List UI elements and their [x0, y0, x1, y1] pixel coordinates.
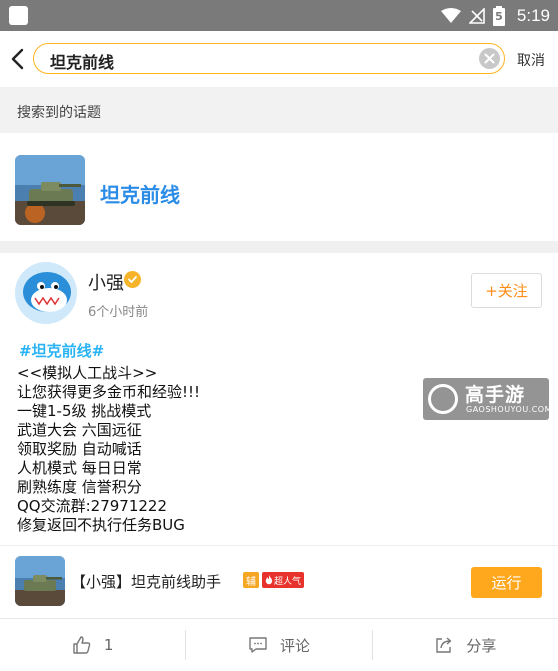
- app-thumbnail: [15, 556, 65, 606]
- watermark-logo-icon: [428, 384, 458, 414]
- signal-icon: [468, 7, 485, 24]
- comment-icon: [249, 637, 267, 653]
- share-icon: [436, 637, 452, 653]
- topic-result[interactable]: 坦克前线: [0, 133, 558, 241]
- battery-icon: 5: [492, 5, 505, 26]
- post-line: 领取奖励 自动喊话: [17, 440, 142, 458]
- avatar[interactable]: [15, 262, 77, 324]
- section-label: 搜索到的话题: [17, 105, 101, 121]
- watermark-subtitle: GAOSHOUYOU.COM: [466, 405, 553, 414]
- divider: [0, 241, 558, 253]
- post-body: <<模拟人工战斗>> 让您获得更多金币和经验!!! 一键1-5级 挑战模式 武道…: [17, 364, 417, 535]
- share-button[interactable]: 分享: [373, 619, 558, 671]
- clear-search-button[interactable]: [479, 48, 500, 69]
- assist-badge: 辅: [243, 572, 259, 588]
- like-count: 1: [103, 636, 114, 654]
- post-line: 一键1-5级 挑战模式: [17, 402, 152, 420]
- post-line: 刷熟练度 信誉积分: [17, 478, 142, 496]
- app-card[interactable]: 【小强】坦克前线助手 辅 超人气 运行: [0, 545, 558, 618]
- post-time: 6个小时前: [88, 305, 149, 320]
- watermark-title: 高手游: [465, 384, 526, 406]
- share-label: 分享: [466, 636, 497, 655]
- post-line: 人机模式 每日日常: [17, 459, 142, 477]
- watermark: 高手游 GAOSHOUYOU.COM: [423, 378, 553, 420]
- battery-level: 5: [495, 9, 503, 23]
- comment-label: 评论: [279, 636, 310, 655]
- cancel-button[interactable]: 取消: [517, 50, 545, 70]
- app-notification-icon: [9, 6, 28, 25]
- action-bar: 1 评论 分享: [0, 618, 558, 671]
- section-header: 搜索到的话题: [0, 87, 558, 133]
- search-query: 坦克前线: [50, 53, 115, 72]
- app-name: 【小强】坦克前线助手: [71, 573, 222, 591]
- follow-button[interactable]: +关注: [471, 273, 542, 308]
- hashtag-link[interactable]: #坦克前线#: [19, 340, 104, 361]
- author-name[interactable]: 小强: [88, 269, 124, 295]
- status-right: 5 5:19: [440, 0, 550, 31]
- back-button[interactable]: [6, 47, 28, 71]
- post-line: <<模拟人工战斗>>: [17, 364, 158, 382]
- thumbs-up-icon: [73, 636, 91, 654]
- run-button[interactable]: 运行: [471, 567, 542, 598]
- close-icon: [484, 53, 495, 64]
- post-line: 武道大会 六国远征: [17, 421, 142, 439]
- comment-button[interactable]: 评论: [186, 619, 371, 671]
- status-time: 5:19: [516, 5, 550, 25]
- status-bar: 5 5:19: [0, 0, 558, 31]
- post-line: 修复返回不执行任务BUG: [17, 516, 185, 534]
- post-line: QQ交流群:27971222: [17, 497, 168, 515]
- hot-badge-label: 超人气: [274, 576, 302, 587]
- verified-icon: [124, 271, 141, 288]
- search-input[interactable]: 坦克前线: [33, 43, 505, 74]
- chevron-left-icon: [11, 48, 24, 70]
- hot-badge: 超人气: [262, 572, 305, 588]
- post-line: 让您获得更多金币和经验!!!: [17, 383, 201, 401]
- like-button[interactable]: 1: [0, 619, 185, 671]
- topic-title[interactable]: 坦克前线: [100, 179, 180, 208]
- fire-icon: [265, 575, 273, 585]
- search-header: 坦克前线 取消: [0, 31, 558, 87]
- wifi-icon: [440, 7, 461, 23]
- topic-thumbnail: [15, 155, 85, 225]
